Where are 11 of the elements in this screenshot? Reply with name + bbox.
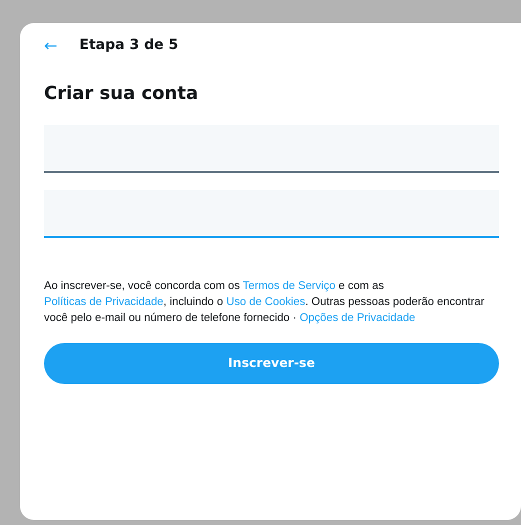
- input-field[interactable]: [44, 190, 499, 238]
- link[interactable]: Termos de Serviço: [242, 280, 336, 292]
- sign-up-button[interactable]: Inscrever-se: [44, 342, 499, 384]
- input-field[interactable]: [44, 125, 499, 173]
- back-button[interactable]: ←: [44, 38, 58, 54]
- link[interactable]: Políticas de Privacidade: [44, 296, 164, 308]
- link[interactable]: Uso de Cookies: [226, 296, 306, 308]
- step-label: Etapa 3 de 5: [79, 36, 178, 55]
- terms-text: Ao inscrever-se, você concorda com os Termos de Serviço e com as Políticas de Privacidade, incluindo o Uso de Cookies. Outras pessoas poderão encontrar você pelo e-mail ou número de telefone fornecido · Opções de Privacidade: [44, 279, 486, 326]
- page-title: Criar sua conta: [44, 82, 200, 106]
- link[interactable]: Opções de Privacidade: [300, 312, 416, 324]
